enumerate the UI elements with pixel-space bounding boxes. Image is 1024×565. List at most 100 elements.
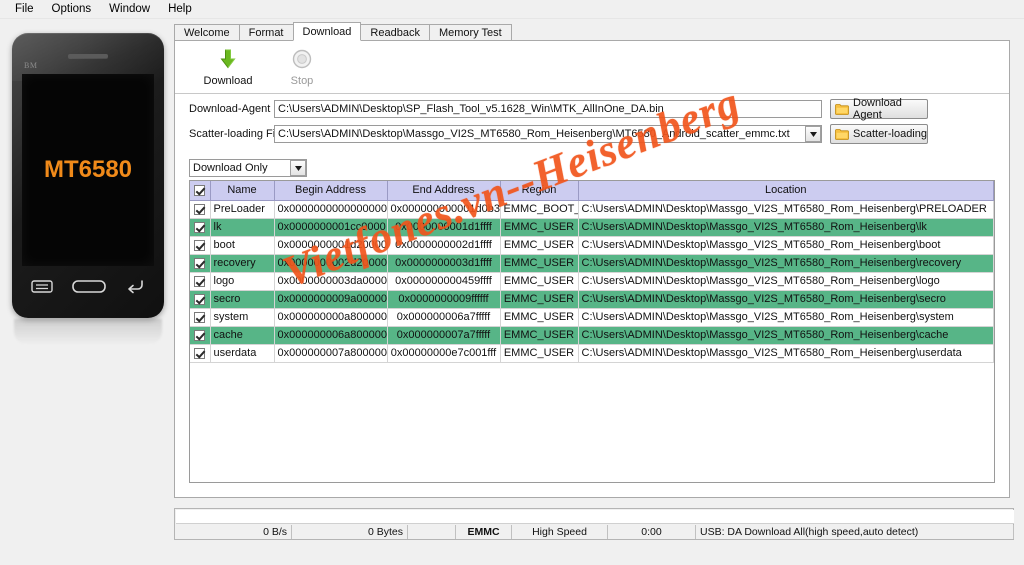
header-end-address[interactable]: End Address <box>387 181 501 201</box>
tab-welcome[interactable]: Welcome <box>174 24 240 41</box>
cell-end-address: 0x000000000459ffff <box>387 272 501 291</box>
download-mode-select[interactable]: Download Only <box>189 159 307 177</box>
table-row[interactable]: system 0x000000000a800000 0x000000006a7fff… <box>190 308 994 327</box>
table-row[interactable]: PreLoader 0x0000000000000000 0x00000000000… <box>190 200 994 219</box>
row-checkbox[interactable] <box>190 290 211 309</box>
row-checkbox[interactable] <box>190 272 211 291</box>
phone-screen: MT6580 <box>22 74 154 266</box>
header-location[interactable]: Location <box>578 181 994 201</box>
sp-flash-tool-window: File Options Window Help BM MT6580 Welco… <box>0 0 1024 565</box>
cell-location: C:\Users\ADMIN\Desktop\Massgo_VI2S_MT658… <box>578 200 994 219</box>
cell-region: EMMC_USER <box>500 218 579 237</box>
tab-memory-test[interactable]: Memory Test <box>428 24 512 41</box>
scatter-loading-row: Scatter-loading File C:\Users\ADMIN\Desk… <box>189 124 1001 144</box>
file-fields: Download-Agent C:\Users\ADMIN\Desktop\SP… <box>175 95 1009 155</box>
row-checkbox[interactable] <box>190 218 211 237</box>
tab-format[interactable]: Format <box>238 24 294 41</box>
download-agent-browse-button[interactable]: Download Agent <box>830 97 928 121</box>
menu-item-file[interactable]: File <box>6 1 43 17</box>
scatter-loading-combo[interactable]: C:\Users\ADMIN\Desktop\Massgo_VI2S_MT658… <box>274 125 822 143</box>
table-row[interactable]: cache 0x000000006a800000 0x000000007a7ffff… <box>190 326 994 345</box>
header-begin-address[interactable]: Begin Address <box>274 181 388 201</box>
cell-region: EMMC_USER <box>500 308 579 327</box>
table-row[interactable]: secro 0x0000000009a00000 0x0000000009fffff… <box>190 290 994 309</box>
row-checkbox[interactable] <box>190 344 211 363</box>
partition-table-body: PreLoader 0x0000000000000000 0x00000000000… <box>190 200 994 363</box>
folder-icon <box>835 128 849 140</box>
cell-end-address: 0x000000007a7fffff <box>387 326 501 345</box>
tab-download[interactable]: Download <box>292 22 362 41</box>
download-agent-row: Download-Agent C:\Users\ADMIN\Desktop\SP… <box>189 97 1001 121</box>
table-row[interactable]: logo 0x0000000003da0000 0x000000000459ffff… <box>190 272 994 291</box>
scatter-loading-browse-label: Scatter-loading <box>853 128 927 140</box>
stop-button[interactable]: Stop <box>265 47 339 87</box>
table-row[interactable]: lk 0x0000000001cc0000 0x0000000001d1ffff EM… <box>190 218 994 237</box>
checkbox-icon[interactable] <box>194 293 206 305</box>
table-row[interactable]: userdata 0x000000007a800000 0x00000000e7c0… <box>190 344 994 363</box>
menu-item-options[interactable]: Options <box>43 1 101 17</box>
cell-end-address: 0x0000000009ffffff <box>387 290 501 309</box>
cell-end-address: 0x0000000001d1ffff <box>387 218 501 237</box>
cell-region: EMMC_USER <box>500 236 579 255</box>
scatter-loading-browse-button[interactable]: Scatter-loading <box>830 124 928 144</box>
row-checkbox[interactable] <box>190 254 211 273</box>
cell-name: boot <box>210 236 275 255</box>
cell-region: EMMC_USER <box>500 290 579 309</box>
cell-name: lk <box>210 218 275 237</box>
menu-bar: File Options Window Help <box>0 0 1024 19</box>
tab-strip: Welcome Format Download Readback Memory … <box>174 22 512 41</box>
table-row[interactable]: boot 0x0000000001d20000 0x0000000002d1ffff… <box>190 236 994 255</box>
row-checkbox[interactable] <box>190 200 211 219</box>
folder-icon <box>835 103 849 115</box>
cell-end-address: 0x00000000e7c001fff <box>387 344 501 363</box>
download-agent-browse-label: Download Agent <box>853 97 902 121</box>
stop-circle-icon <box>292 49 312 72</box>
checkbox-icon[interactable] <box>194 347 206 359</box>
download-agent-input[interactable]: C:\Users\ADMIN\Desktop\SP_Flash_Tool_v5.… <box>274 100 822 118</box>
tab-readback[interactable]: Readback <box>360 24 430 41</box>
cell-region: EMMC_USER <box>500 272 579 291</box>
cell-begin-address: 0x0000000003da0000 <box>274 272 388 291</box>
menu-item-window[interactable]: Window <box>100 1 159 17</box>
stop-button-label: Stop <box>290 75 314 87</box>
partition-table: Name Begin Address End Address Region Lo… <box>190 181 994 363</box>
header-region[interactable]: Region <box>500 181 579 201</box>
cell-end-address: 0x000000000001d0b3 <box>387 200 501 219</box>
phone-navigation-bar <box>22 273 154 303</box>
header-select-all-checkbox[interactable] <box>190 181 211 201</box>
checkbox-icon[interactable] <box>194 184 206 196</box>
cell-end-address: 0x0000000002d1ffff <box>387 236 501 255</box>
table-header-row: Name Begin Address End Address Region Lo… <box>190 181 994 201</box>
status-bar: 0 B/s 0 Bytes EMMC High Speed 0:00 USB: … <box>176 525 1014 539</box>
download-button[interactable]: Download <box>191 47 265 87</box>
cell-end-address: 0x0000000003d1ffff <box>387 254 501 273</box>
partition-table-container[interactable]: Name Begin Address End Address Region Lo… <box>189 180 995 483</box>
header-name[interactable]: Name <box>210 181 275 201</box>
download-tab-panel: Download Stop Download-Agent C:\Users\AD… <box>174 40 1010 498</box>
cell-end-address: 0x000000006a7fffff <box>387 308 501 327</box>
row-checkbox[interactable] <box>190 308 211 327</box>
cell-name: cache <box>210 326 275 345</box>
checkbox-icon[interactable] <box>194 203 206 215</box>
back-icon <box>125 279 145 297</box>
checkbox-icon[interactable] <box>194 329 206 341</box>
checkbox-icon[interactable] <box>194 275 206 287</box>
row-checkbox[interactable] <box>190 236 211 255</box>
menu-item-help[interactable]: Help <box>159 1 201 17</box>
checkbox-icon[interactable] <box>194 311 206 323</box>
checkbox-icon[interactable] <box>194 257 206 269</box>
checkbox-icon[interactable] <box>194 221 206 233</box>
cell-location: C:\Users\ADMIN\Desktop\Massgo_VI2S_MT658… <box>578 326 994 345</box>
checkbox-icon[interactable] <box>194 239 206 251</box>
row-checkbox[interactable] <box>190 326 211 345</box>
scatter-loading-label: Scatter-loading File <box>189 128 284 140</box>
chevron-down-icon[interactable] <box>290 160 306 176</box>
table-row[interactable]: recovery 0x0000000002d20000 0x0000000003d1… <box>190 254 994 273</box>
cell-location: C:\Users\ADMIN\Desktop\Massgo_VI2S_MT658… <box>578 290 994 309</box>
scatter-loading-input[interactable]: C:\Users\ADMIN\Desktop\Massgo_VI2S_MT658… <box>274 125 822 143</box>
cell-begin-address: 0x0000000001d20000 <box>274 236 388 255</box>
phone-brand-label: BM <box>24 61 38 70</box>
cell-region: EMMC_BOOT_1 <box>500 200 579 219</box>
cell-begin-address: 0x000000007a800000 <box>274 344 388 363</box>
chevron-down-icon[interactable] <box>805 126 821 142</box>
